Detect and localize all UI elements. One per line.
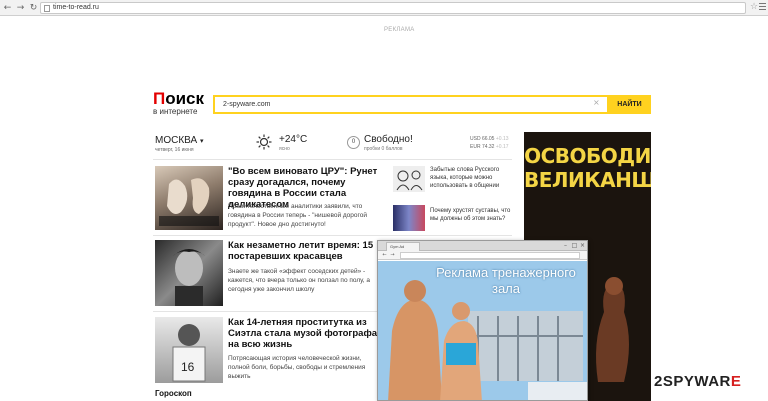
page-icon [44, 5, 50, 12]
divider [153, 235, 512, 236]
current-date: четверг, 16 июня [155, 147, 194, 153]
reload-icon[interactable]: ↻ [28, 2, 39, 14]
minimize-icon[interactable]: – [562, 242, 569, 249]
news-lead: Потрясающая история человеческой жизни, … [228, 355, 366, 380]
back-arrow-icon[interactable]: ← [2, 2, 13, 14]
watermark-number: 2 [654, 373, 663, 390]
star-icon[interactable]: ☆ [750, 2, 758, 12]
side-news-image[interactable] [393, 205, 425, 231]
eur-rate: 74.32 [481, 144, 495, 150]
side-news-text[interactable]: Почему хрустят суставы, что мы должны об… [430, 207, 512, 223]
popup-tab[interactable]: Gym Ad [386, 242, 420, 251]
news-lead: Знаете же такой «эффект соседских детей»… [228, 268, 370, 293]
eur-delta: +0.17 [495, 144, 509, 150]
logo[interactable]: Поиск в интернете [153, 90, 204, 116]
banner-title: ОСВОБОДИ ВЕЛИКАНШУ [524, 144, 651, 192]
side-news-image-art [396, 170, 423, 191]
logo-first-letter: П [153, 89, 166, 108]
news-headline[interactable]: Как незаметно летит время: 15 постаревши… [228, 240, 378, 262]
popup-address-bar[interactable]: ← → [378, 251, 587, 260]
usd-label: USD [470, 136, 481, 142]
logo-text: оиск [165, 89, 205, 108]
forward-arrow-icon[interactable]: → [15, 2, 26, 14]
watermark-text: SPYWAR [662, 373, 731, 390]
news-image[interactable] [155, 166, 223, 230]
news-headline[interactable]: Как 14-летняя проститутка из Сиэтла стал… [228, 317, 378, 350]
menu-icon[interactable] [759, 3, 766, 11]
close-icon[interactable]: × [579, 242, 586, 249]
chevron-down-icon: ▾ [199, 138, 204, 145]
usd-rate: 66.05 [481, 136, 495, 142]
divider [153, 311, 377, 312]
news-image-art: 16 [172, 324, 206, 382]
gym-ad-text: Реклама тренажерного зала [436, 265, 576, 296]
section-title-horoscope[interactable]: Гороскоп [155, 389, 192, 398]
city-selector[interactable]: МОСКВА ▾ [155, 135, 203, 146]
search-input-value: 2-spyware.com [223, 101, 271, 108]
gym-ad[interactable]: Реклама тренажерного зала [378, 261, 587, 400]
news-lead: Правительственные аналитики заявили, что… [228, 203, 368, 228]
search-input[interactable]: 2-spyware.com [213, 95, 609, 114]
address-url: time-to-read.ru [53, 4, 99, 11]
news-image[interactable]: 16 [155, 317, 223, 383]
logo-subtitle: в интернете [153, 107, 198, 116]
divider [153, 159, 512, 160]
temperature[interactable]: +24°C [279, 134, 307, 145]
traffic-score: пробки 0 баллов [364, 146, 403, 152]
news-image-art [173, 249, 205, 306]
address-bar[interactable]: time-to-read.ru [40, 2, 746, 14]
clear-search-icon[interactable]: × [593, 98, 600, 107]
watermark: 2SPYWARE [654, 373, 741, 390]
side-news-text[interactable]: Забытые слова Русского языка, которые мо… [430, 166, 512, 190]
sun-icon [256, 134, 272, 150]
forward-arrow-icon[interactable]: → [389, 252, 396, 259]
svg-text:16: 16 [181, 360, 195, 374]
popup-window[interactable]: Gym Ad – □ × ← → Реклама тренажерного за… [377, 240, 588, 401]
popup-url-field[interactable] [400, 252, 580, 259]
news-image-art [159, 178, 219, 226]
banner-figure [596, 277, 629, 382]
news-image[interactable] [155, 240, 223, 306]
weather-condition: ясно [279, 146, 290, 152]
exchange-rates[interactable]: USD 66.05 +0.13 EUR 74.32 +0.17 [470, 135, 509, 151]
traffic-icon: 0 [347, 136, 360, 149]
traffic-status[interactable]: Свободно! [364, 134, 413, 145]
back-arrow-icon[interactable]: ← [381, 252, 388, 259]
search-button[interactable]: НАЙТИ [608, 95, 651, 114]
watermark-end: E [730, 373, 742, 390]
side-news-image[interactable] [393, 166, 425, 192]
usd-delta: +0.13 [495, 136, 509, 142]
ad-label: РЕКЛАМА [384, 27, 415, 33]
maximize-icon[interactable]: □ [571, 242, 578, 249]
popup-titlebar[interactable]: Gym Ad – □ × [378, 241, 587, 251]
eur-label: EUR [470, 144, 481, 150]
city-name: МОСКВА [155, 135, 198, 146]
